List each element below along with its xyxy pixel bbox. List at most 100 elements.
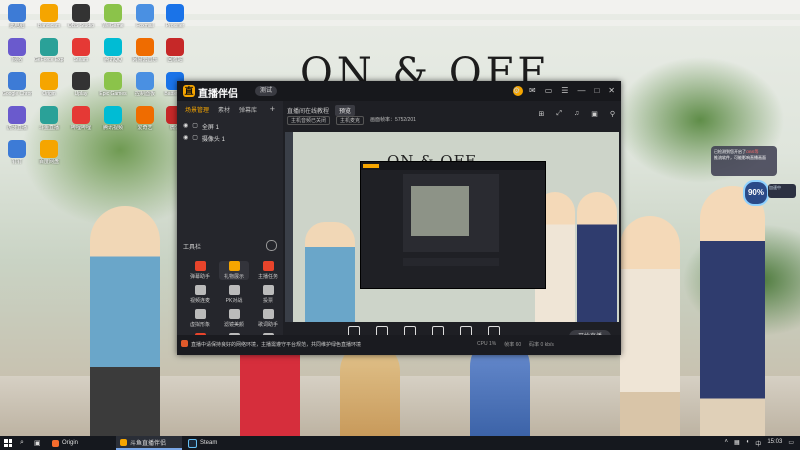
network-icon[interactable]: ▦ [734,439,740,448]
input-language[interactable]: 中 [755,439,761,448]
tool-button[interactable]: 虚拟形象 [185,309,215,328]
desktop-icon[interactable]: 钉钉 [2,140,32,165]
desktop-icon-label: Proxifier [165,23,185,29]
audio-status[interactable]: 主机音频已关闭 [287,116,331,125]
desktop-icon[interactable]: Proxifier [160,4,190,29]
tool-icon [194,261,206,271]
tools-settings-icon[interactable] [266,240,277,251]
tool-button[interactable]: PK对战 [219,285,249,304]
left-tab[interactable]: 场景管理 [185,105,209,119]
search-icon[interactable]: ⌕ [20,439,24,447]
desktop-icon[interactable]: 爱奇艺 [130,106,160,131]
desktop-icon[interactable]: 腾讯QQ [98,38,128,63]
tray-up-icon[interactable]: ˄ [724,439,728,448]
desktop-icon[interactable]: Epic Games [98,72,128,97]
window-titlebar[interactable]: 直 直播伴侣 测试 ⚙ ✉ ▭ ☰ — □ ✕ [177,81,621,101]
preview-tool-icon[interactable]: ⚲ [610,110,615,118]
add-tab-button[interactable]: + [270,104,275,114]
source-label: 全屏 1 [201,125,219,131]
left-tab[interactable]: 素材 [218,105,230,119]
wallpaper-figure [700,186,765,436]
titlebar-icon[interactable]: — [577,85,585,97]
tool-button[interactable]: 歌词助手 [253,309,283,328]
eye-icon[interactable]: ◉ [183,134,188,143]
desktop-icon[interactable]: Google Chrome [2,72,32,97]
desktop-icon[interactable]: 网络 [2,38,32,63]
desktop-icon[interactable]: 斗鱼直播 [34,106,64,131]
desktop-icon[interactable]: 哔哩哔哩 [66,106,96,131]
speed-tag: 加速中 [768,184,796,198]
desktop-icon[interactable]: WeGame [98,4,128,29]
app-icon [72,106,90,124]
taskbar-item-label: Steam [200,440,218,446]
left-tab[interactable]: 弹幕库 [239,105,257,119]
lock-icon[interactable]: ▢ [192,134,198,143]
desktop-icon[interactable]: Steam [66,38,96,63]
nested-preview-inner [411,186,469,236]
desktop-icon-label: 哔哩哔哩 [70,125,91,131]
desktop-icon-label: Foxmail [136,23,154,29]
tool-button[interactable]: 滤镜美颜 [219,309,249,328]
desktop-icon[interactable]: Bandicam [34,4,64,29]
live-companion-window[interactable]: 直 直播伴侣 测试 ⚙ ✉ ▭ ☰ — □ ✕ 场景管理 素材 弹幕库 + ◉ ▢ 全屏 1 ◉… [177,81,621,355]
notification-popup[interactable]: 已检测到您开启了OBS等 推流软件，可能影响直播画面 [711,146,777,176]
desktop-icon[interactable]: OBS Studio [66,4,96,29]
preview-figure [577,192,617,322]
taskview-icon[interactable]: ▣ [34,439,41,447]
mic-status[interactable]: 主机麦克 [336,116,365,125]
titlebar-icon[interactable]: ✉ [529,85,536,97]
titlebar-icon[interactable]: ✕ [608,85,615,97]
desktop-icon[interactable]: 网易云音乐 [130,38,160,63]
preview-tool-icon[interactable]: ♫ [574,110,579,118]
titlebar-icon[interactable]: ▭ [545,85,553,97]
desktop-icon[interactable]: 此电脑 [2,4,32,29]
preview-tool-icon[interactable]: ⊞ [539,110,545,118]
desktop-icon[interactable]: 回收站 [160,38,190,63]
live-preview[interactable]: ON & OFF [285,132,619,322]
tool-label: 歌词助手 [257,322,278,328]
tool-button[interactable]: 视频连麦 [185,285,215,304]
titlebar-icon[interactable]: □ [594,85,599,97]
volume-icon[interactable]: ◖ [746,439,750,448]
notification-icon[interactable]: ▭ [788,439,794,448]
desktop-icon[interactable]: 腾讯视频 [98,106,128,131]
desktop-icon-label: 百度网盘 [38,159,59,165]
app-icon [8,4,26,22]
desktop-icon[interactable]: Foxmail [130,4,160,29]
eye-icon[interactable]: ◉ [183,122,188,131]
taskbar-item-origin[interactable]: Origin [48,436,114,450]
titlebar-icon[interactable]: ☰ [561,85,568,97]
taskbar-item-live[interactable]: 斗鱼直播伴侣 [116,436,182,450]
system-tray: ˄ ▦ ◖ 中 15:03 ▭ [724,439,794,448]
desktop-icon[interactable]: GeForce Experience [34,38,64,63]
tool-button[interactable]: 弹幕助手 [185,261,215,280]
scene-badge[interactable]: 预览 [335,105,356,116]
desktop-icon[interactable]: 虎牙直播 [2,106,32,131]
titlebar-icon[interactable]: ⚙ [513,85,520,97]
desktop-icon[interactable]: 百度网盘 [34,140,64,165]
app-icon [166,4,184,22]
preview-tool-icon[interactable]: ▣ [591,110,598,118]
lock-icon[interactable]: ▢ [192,122,198,131]
tool-button[interactable]: 礼物展示 [219,261,249,280]
desktop-icon[interactable]: Origin [34,72,64,97]
tool-button[interactable]: 主播任务 [253,261,283,280]
start-button[interactable] [4,439,12,447]
clock[interactable]: 15:03 [767,439,782,448]
desktop-icon[interactable]: 控制面板 [130,72,160,97]
source-item[interactable]: ◉ ▢ 摄像头 1 [183,134,225,143]
app-title: 直播伴侣 [198,89,238,100]
version-badge[interactable]: 测试 [255,86,278,96]
desktop-icon-label: Epic Games [99,91,127,97]
app-icon [104,4,122,22]
preview-tool-icon[interactable]: ⤢ [556,110,562,118]
app-icon [104,106,122,124]
origin-icon [52,439,59,447]
tool-label: 投票 [262,298,273,304]
source-item[interactable]: ◉ ▢ 全屏 1 [183,122,219,131]
tool-button[interactable]: 投票 [253,285,283,304]
speed-ball[interactable]: 90% [743,180,769,206]
tool-icon [228,261,240,271]
desktop-icon[interactable]: Uplay [66,72,96,97]
taskbar-item-steam[interactable]: Steam [184,436,244,450]
